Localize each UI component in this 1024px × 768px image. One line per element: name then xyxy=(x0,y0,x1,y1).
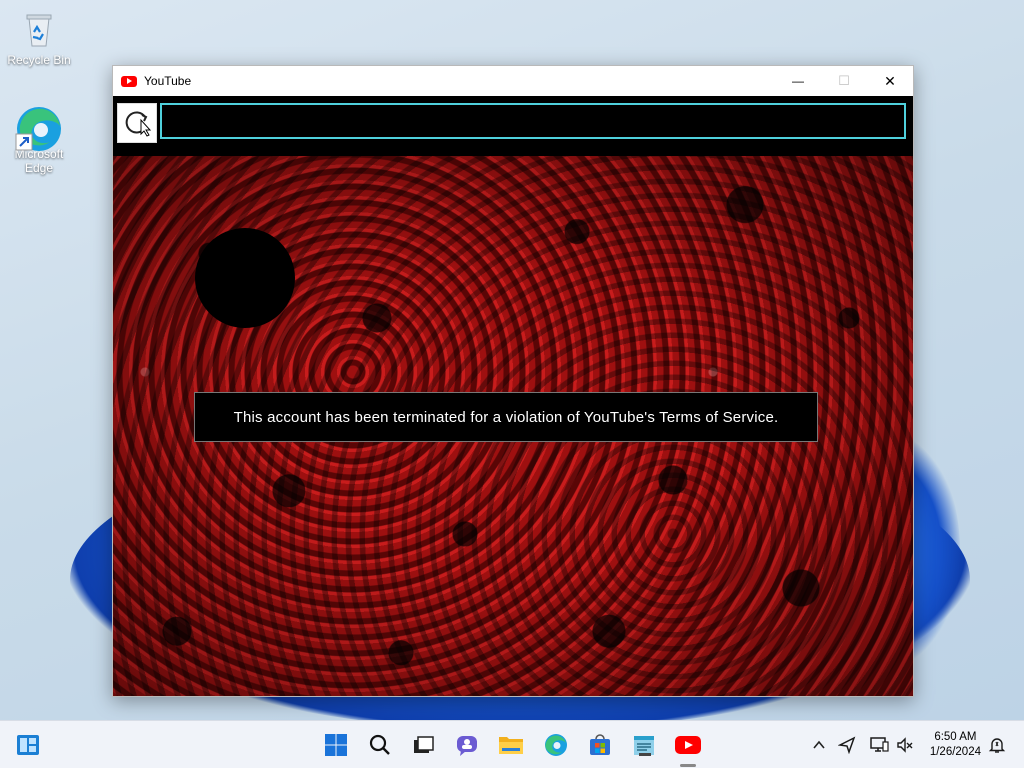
volume-button[interactable] xyxy=(892,732,918,758)
location-arrow-icon xyxy=(838,736,856,754)
youtube-icon xyxy=(121,75,137,87)
browser-toolbar xyxy=(113,96,913,156)
chevron-up-icon xyxy=(813,740,825,749)
start-icon xyxy=(325,734,347,756)
volume-muted-icon xyxy=(897,737,913,753)
network-icon xyxy=(870,737,889,752)
task-view-button[interactable] xyxy=(410,732,436,758)
taskbar: 6:50 AM 1/26/2024 xyxy=(0,720,1024,768)
recycle-bin-icon xyxy=(19,10,59,50)
minimize-icon: — xyxy=(792,74,804,88)
youtube-icon xyxy=(675,736,701,754)
youtube-taskbar-button[interactable] xyxy=(675,732,701,758)
maximize-button[interactable]: ☐ xyxy=(821,66,867,96)
start-button[interactable] xyxy=(323,732,349,758)
search-button[interactable] xyxy=(367,732,393,758)
minimize-button[interactable]: — xyxy=(775,66,821,96)
edge-taskbar-button[interactable] xyxy=(543,732,569,758)
clock-time: 6:50 AM xyxy=(934,731,977,743)
network-button[interactable] xyxy=(866,732,892,758)
refresh-icon xyxy=(125,111,152,137)
file-explorer-icon xyxy=(499,737,523,754)
reload-button[interactable] xyxy=(117,103,157,143)
address-bar[interactable] xyxy=(160,103,906,139)
store-button[interactable] xyxy=(587,732,613,758)
maximize-icon: ☐ xyxy=(838,73,850,88)
window-titlebar[interactable]: YouTube — ☐ ✕ xyxy=(113,66,913,96)
notifications-button[interactable] xyxy=(984,732,1010,758)
notification-bell-icon xyxy=(988,738,1006,753)
clock-date: 1/26/2024 xyxy=(929,746,981,758)
store-icon xyxy=(590,734,610,755)
widgets-button[interactable] xyxy=(15,732,41,758)
chat-button[interactable] xyxy=(454,732,480,758)
notepad-button[interactable] xyxy=(631,732,657,758)
clock[interactable]: 6:50 AM 1/26/2024 xyxy=(930,730,981,760)
window-content: This account has been terminated for a v… xyxy=(113,96,913,696)
close-icon: ✕ xyxy=(884,72,896,89)
widgets-icon xyxy=(17,735,39,755)
search-icon xyxy=(369,734,390,755)
desktop-icon-recycle-bin[interactable]: Recycle Bin xyxy=(4,10,74,67)
active-app-indicator xyxy=(680,764,696,767)
close-button[interactable]: ✕ xyxy=(867,66,913,96)
location-button[interactable] xyxy=(834,732,860,758)
desktop-icon-edge[interactable]: Microsoft Edge xyxy=(4,104,74,175)
notepad-icon xyxy=(634,736,654,756)
task-view-icon xyxy=(414,736,434,753)
desktop-icon-label: Recycle Bin xyxy=(7,53,71,67)
show-hidden-icons-button[interactable] xyxy=(806,732,832,758)
edge-icon xyxy=(15,104,61,151)
termination-notice: This account has been terminated for a v… xyxy=(194,392,818,442)
file-explorer-button[interactable] xyxy=(498,732,524,758)
youtube-window: YouTube — ☐ ✕ This account has been term… xyxy=(112,65,914,697)
chat-icon xyxy=(457,736,477,756)
window-title: YouTube xyxy=(144,74,192,88)
channel-avatar xyxy=(195,228,295,328)
edge-icon xyxy=(545,734,567,756)
